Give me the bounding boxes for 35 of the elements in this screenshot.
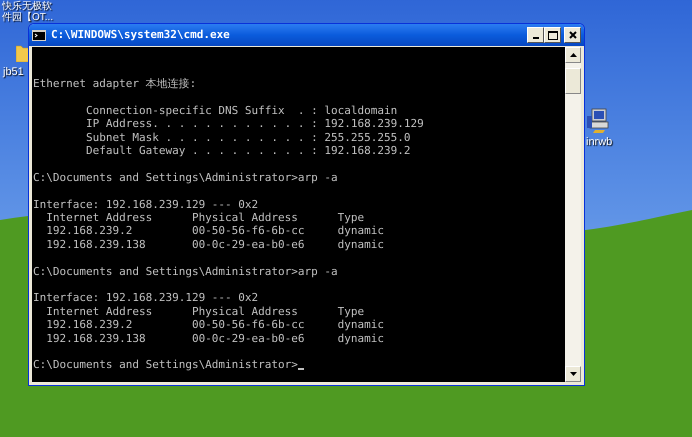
scroll-down-button[interactable] — [565, 366, 581, 382]
console-line: Internet Address Physical Address Type — [45, 304, 364, 318]
computer-icon[interactable] — [587, 108, 609, 134]
up-arrow-icon — [570, 53, 576, 57]
desktop-icon-label[interactable]: jb51 — [3, 66, 24, 79]
console-icon — [32, 30, 46, 40]
close-button[interactable] — [564, 27, 581, 43]
console-line: Connection-specific DNS Suffix . : localdomain — [84, 104, 398, 118]
console-line: 192.168.239.138 00-0c-29-ea-b0-e6 dynamic — [45, 332, 384, 346]
console-line: Ethernet adapter 本地连接: — [33, 77, 196, 90]
down-arrow-icon — [570, 372, 576, 376]
console-line: C:\Documents and Settings\Administrator>arp -a — [33, 264, 338, 278]
maximize-button[interactable] — [544, 27, 561, 43]
desktop-icon-label[interactable]: inrwb — [586, 136, 612, 149]
console-line: 192.168.239.2 00-50-56-f6-6b-cc dynamic — [45, 224, 384, 238]
console-line: Internet Address Physical Address Type — [45, 211, 364, 224]
console-line: C:\Documents and Settings\Administrator>arp -a — [33, 170, 338, 184]
minimize-button[interactable] — [527, 27, 544, 43]
desktop-icon-label[interactable]: 快乐无极软件园【OT... — [2, 1, 54, 23]
scroll-thumb[interactable] — [565, 68, 581, 94]
console-line: Interface: 192.168.239.129 --- 0x2 — [33, 291, 258, 305]
console-line: 192.168.239.2 00-50-56-f6-6b-cc dynamic — [45, 318, 384, 332]
scroll-up-button[interactable] — [565, 47, 581, 63]
window-title: C:\WINDOWS\system32\cmd.exe — [51, 26, 230, 43]
console-line: Default Gateway . . . . . . . . . : 192.168.239.2 — [84, 144, 410, 158]
console-line: C:\Documents and Settings\Administrator> — [33, 358, 298, 372]
maximize-icon — [548, 30, 558, 40]
close-icon — [568, 31, 576, 39]
text-cursor — [298, 368, 304, 370]
console-line: Subnet Mask . . . . . . . . . . . : 255.255.255.0 — [84, 130, 410, 144]
console-line: Interface: 192.168.239.129 --- 0x2 — [33, 198, 258, 212]
console-line: 192.168.239.138 00-0c-29-ea-b0-e6 dynamic — [45, 238, 384, 252]
scrollbar[interactable] — [565, 47, 581, 382]
console-line: IP Address. . . . . . . . . . . . : 192.168.239.129 — [84, 117, 424, 131]
minimize-icon — [532, 37, 538, 39]
